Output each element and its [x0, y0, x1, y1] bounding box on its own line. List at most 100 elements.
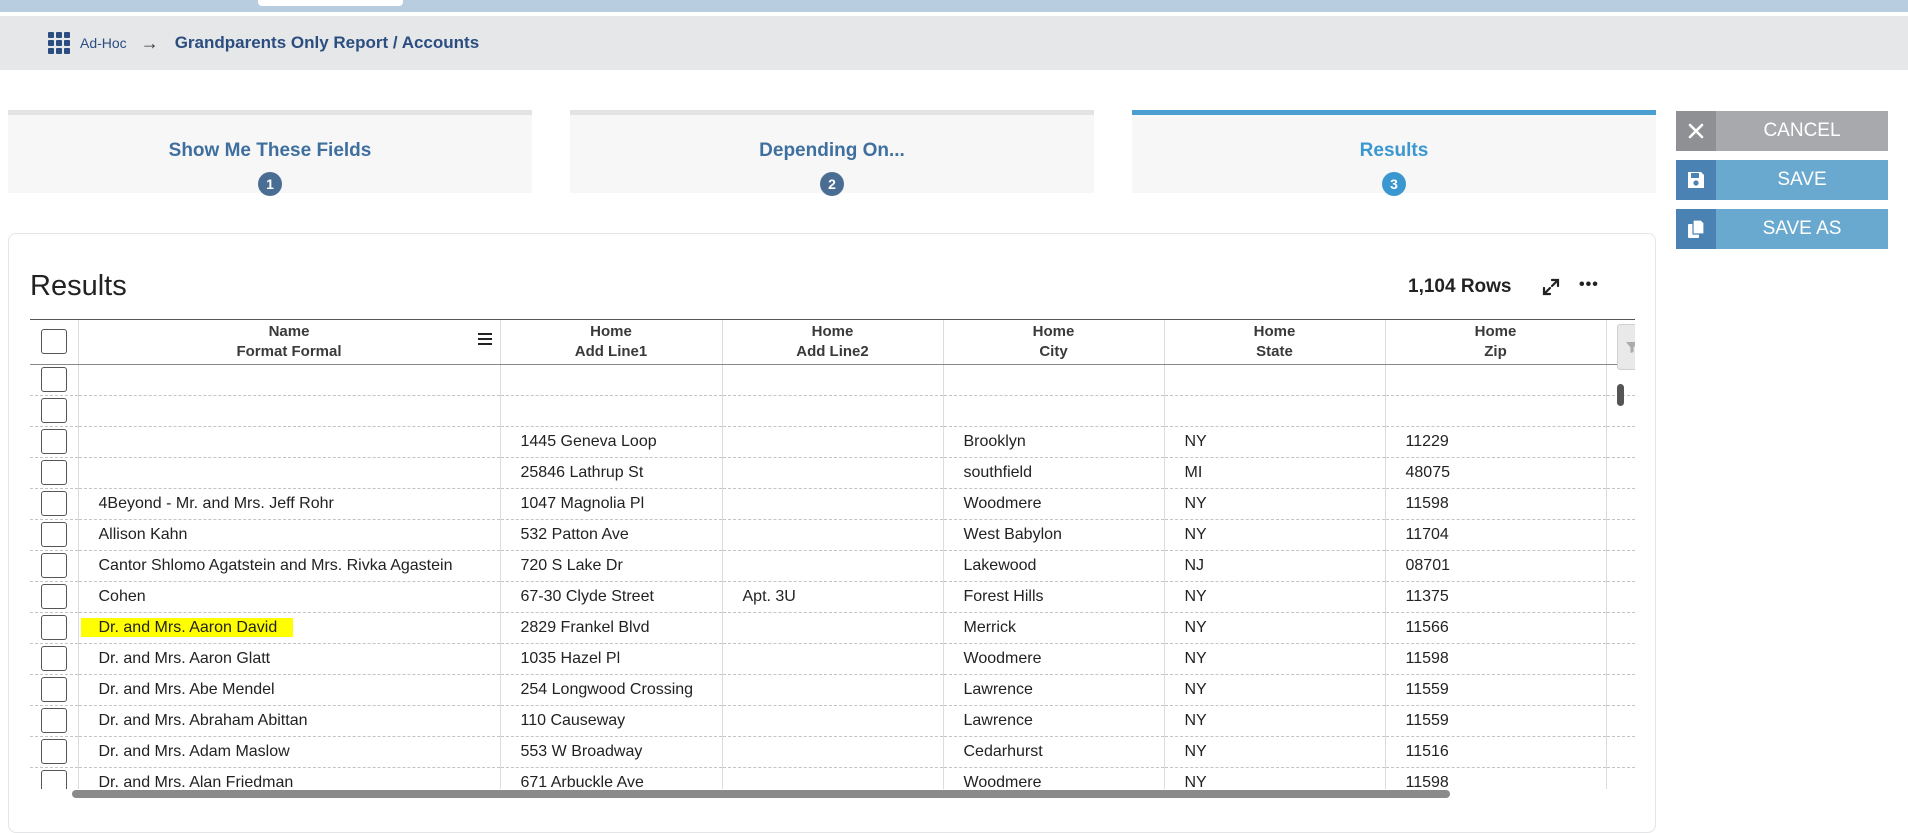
table-cell: [722, 550, 944, 582]
table-cell: Dr. and Mrs. Alan Friedman: [78, 767, 501, 789]
table-cell: [722, 643, 944, 675]
table-cell: 11229: [1385, 426, 1607, 458]
save-button[interactable]: SAVE: [1676, 160, 1888, 200]
cell-text: Dr. and Mrs. Abraham Abittan: [98, 711, 308, 729]
row-checkbox[interactable]: [40, 770, 67, 789]
column-menu-icon[interactable]: [477, 333, 492, 347]
table-cell: NY: [1164, 674, 1386, 706]
filler-cell: [1606, 705, 1635, 737]
row-checkbox[interactable]: [40, 677, 67, 702]
row-checkbox[interactable]: [40, 584, 67, 609]
header-line2: Zip: [1484, 342, 1507, 360]
step-show-fields[interactable]: Show Me These Fields 1: [8, 110, 532, 196]
row-checkbox[interactable]: [40, 522, 67, 547]
apps-grid-icon[interactable]: [48, 32, 70, 54]
table-row[interactable]: 1445 Geneva Loop Brooklyn NY 11229: [30, 426, 1635, 458]
table-row[interactable]: Dr. and Mrs. Abraham Abittan 110 Causeway…: [30, 705, 1635, 737]
row-checkbox[interactable]: [40, 398, 67, 423]
floppy-disk-icon: [1676, 160, 1716, 200]
step-number-badge: 3: [1382, 172, 1406, 196]
table-row[interactable]: [30, 364, 1635, 396]
vertical-scrollbar[interactable]: [1617, 384, 1624, 406]
row-select-cell: [30, 457, 79, 489]
table-cell: 11516: [1385, 736, 1607, 768]
cell-text: 11375: [1405, 587, 1449, 605]
filler-cell: [1606, 581, 1635, 613]
step-number-badge: 1: [258, 172, 282, 196]
table-cell: West Babylon: [943, 519, 1165, 551]
table-body: 1445 Geneva Loop Brooklyn NY 11229 25846 Lat…: [30, 364, 1635, 789]
column-header-add-line2[interactable]: Home Add Line2: [722, 320, 944, 365]
table-row[interactable]: Allison Kahn 532 Patton Ave West Babylon NY…: [30, 519, 1635, 551]
results-table: Name Format Formal Home Add Line1 Home A…: [30, 319, 1635, 789]
table-row[interactable]: Dr. and Mrs. Aaron David 2829 Frankel Blv…: [30, 612, 1635, 644]
filter-icon[interactable]: [1617, 324, 1635, 370]
table-row[interactable]: 25846 Lathrup St southfield MI 48075: [30, 457, 1635, 489]
row-checkbox[interactable]: [40, 460, 67, 485]
header-line2: Add Line2: [796, 342, 869, 360]
table-cell: [722, 457, 944, 489]
filler-cell: [1606, 488, 1635, 520]
step-results[interactable]: Results 3: [1132, 110, 1656, 196]
row-checkbox[interactable]: [40, 646, 67, 671]
table-cell: MI: [1164, 457, 1386, 489]
row-checkbox[interactable]: [40, 739, 67, 764]
table-cell: [722, 674, 944, 706]
table-cell: Apt. 3U: [722, 581, 944, 613]
more-options-icon[interactable]: •••: [1579, 276, 1599, 294]
table-cell: [722, 736, 944, 768]
table-row[interactable]: Dr. and Mrs. Adam Maslow 553 W Broadway Ce…: [30, 736, 1635, 768]
select-all-checkbox[interactable]: [40, 329, 67, 355]
cell-text: Woodmere: [963, 649, 1042, 667]
row-checkbox[interactable]: [40, 429, 67, 454]
filler-cell: [1606, 457, 1635, 489]
close-icon: [1676, 111, 1716, 151]
table-row[interactable]: Cohen 67-30 Clyde Street Apt. 3U Forest Hil…: [30, 581, 1635, 613]
row-checkbox[interactable]: [40, 553, 67, 578]
cancel-button[interactable]: CANCEL: [1676, 111, 1888, 151]
table-row[interactable]: Dr. and Mrs. Alan Friedman 671 Arbuckle A…: [30, 767, 1635, 789]
column-header-city[interactable]: Home City: [943, 320, 1165, 365]
table-cell: Cantor Shlomo Agatstein and Mrs. Rivka A…: [78, 550, 501, 582]
horizontal-scrollbar[interactable]: [72, 790, 1450, 798]
cell-text: 11598: [1405, 649, 1449, 667]
results-title: Results: [30, 270, 127, 302]
row-checkbox[interactable]: [40, 367, 67, 392]
table-cell: [722, 426, 944, 458]
save-as-label: SAVE AS: [1762, 218, 1842, 239]
header-line1: Home: [1032, 322, 1075, 340]
table-cell: 671 Arbuckle Ave: [500, 767, 723, 789]
save-as-button[interactable]: SAVE AS: [1676, 209, 1888, 249]
table-row[interactable]: Dr. and Mrs. Abe Mendel 254 Longwood Cros…: [30, 674, 1635, 706]
table-cell: [722, 364, 944, 396]
row-checkbox[interactable]: [40, 615, 67, 640]
column-header-state[interactable]: Home State: [1164, 320, 1386, 365]
top-strip: [0, 0, 1908, 12]
arrow-right-icon: →: [140, 33, 159, 53]
header-line1: Home: [1474, 322, 1517, 340]
table-row[interactable]: Cantor Shlomo Agatstein and Mrs. Rivka A…: [30, 550, 1635, 582]
breadcrumb-adhoc-link[interactable]: Ad-Hoc: [80, 35, 127, 51]
step-depending-on[interactable]: Depending On... 2: [570, 110, 1094, 196]
cell-text: NY: [1184, 742, 1207, 760]
table-row[interactable]: [30, 395, 1635, 427]
table-row[interactable]: Dr. and Mrs. Aaron Glatt 1035 Hazel Pl Woo…: [30, 643, 1635, 675]
column-header-add-line1[interactable]: Home Add Line1: [500, 320, 723, 365]
table-cell: 532 Patton Ave: [500, 519, 723, 551]
table-cell: [78, 426, 501, 458]
header-line2: State: [1256, 342, 1293, 360]
row-checkbox[interactable]: [40, 708, 67, 733]
expand-icon[interactable]: [1541, 277, 1561, 297]
top-tab-stub[interactable]: [258, 0, 403, 6]
cell-text: Dr. and Mrs. Aaron David: [80, 617, 294, 637]
table-cell: 553 W Broadway: [500, 736, 723, 768]
table-row[interactable]: 4Beyond - Mr. and Mrs. Jeff Rohr 1047 Mag…: [30, 488, 1635, 520]
cell-text: 11559: [1405, 711, 1449, 729]
row-select-cell: [30, 519, 79, 551]
step-title: Show Me These Fields: [168, 140, 372, 161]
row-checkbox[interactable]: [40, 491, 67, 516]
table-cell: [722, 612, 944, 644]
column-header-zip[interactable]: Home Zip: [1385, 320, 1607, 365]
table-cell: [722, 519, 944, 551]
column-header-name[interactable]: Name Format Formal: [78, 320, 501, 365]
